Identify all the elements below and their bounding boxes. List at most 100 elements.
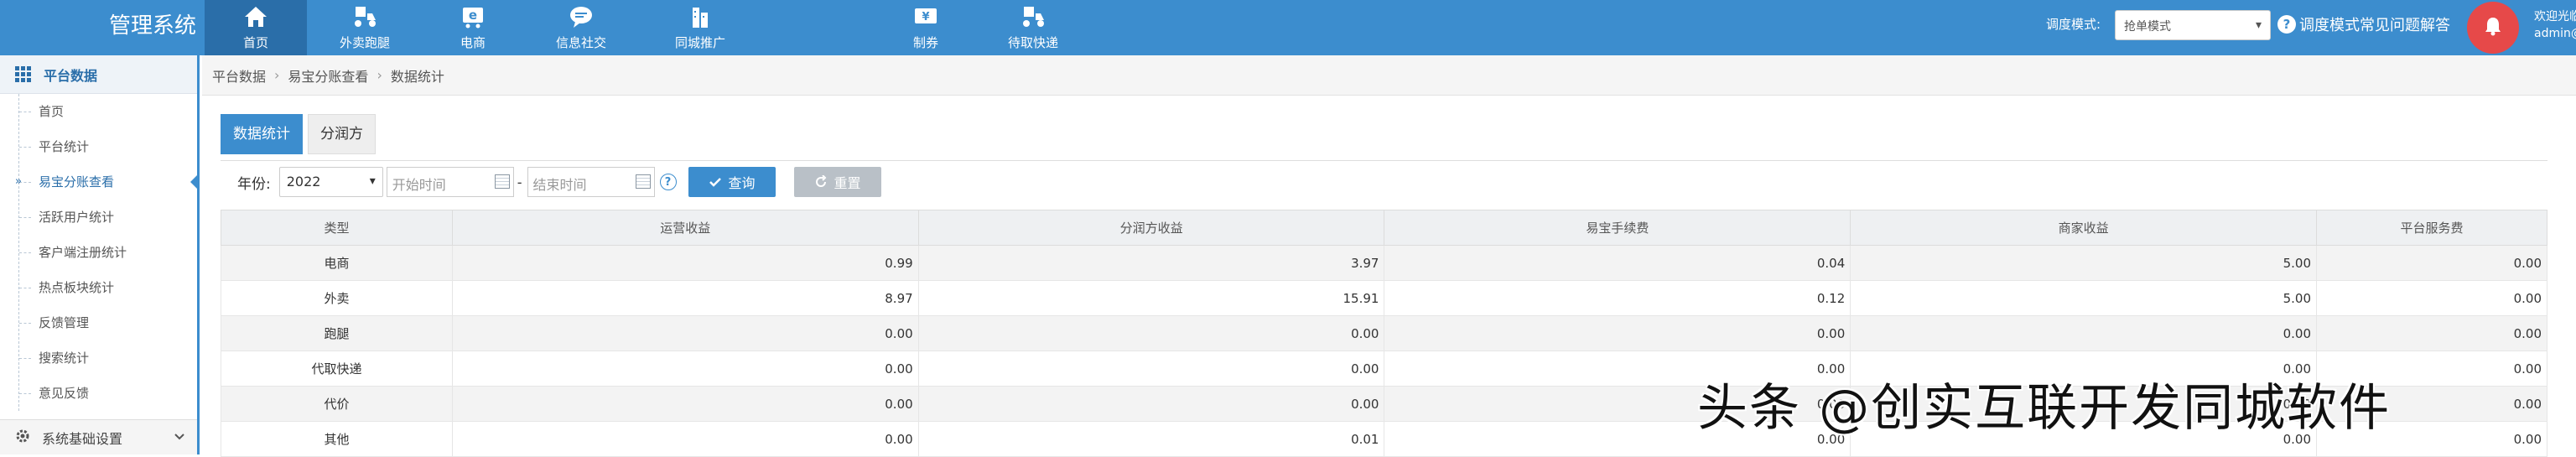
sidebar-item-label: 搜索统计 (39, 351, 90, 366)
sidebar: 平台数据 首页 平台统计 » 易宝分账查看 活跃用户统计 客户端注册统计 热点板… (0, 55, 200, 454)
coupon-icon: ¥ (911, 3, 941, 30)
sidebar-item-label: 客户端注册统计 (39, 245, 127, 260)
tab-data-stats[interactable]: 数据统计 (221, 114, 303, 154)
breadcrumb-item[interactable]: 平台数据 (212, 65, 266, 86)
help-label: 调度模式常见问题解答 (2299, 17, 2450, 34)
breadcrumb-separator: › (274, 67, 280, 83)
nav-express[interactable]: 待取快递 (1000, 0, 1067, 55)
calendar-icon[interactable] (635, 174, 651, 189)
nav-delivery[interactable]: 外卖跑腿 (330, 0, 399, 55)
year-value: 2022 (286, 174, 321, 190)
table-cell: 外卖 (221, 280, 453, 316)
dispatch-mode-select[interactable]: 抢单模式 ▾ (2115, 10, 2271, 40)
sidebar-item-active-users[interactable]: 活跃用户统计 (17, 200, 197, 235)
table-row: 跑腿 0.00 0.00 0.00 0.00 0.00 (221, 315, 2547, 351)
column-header: 平台服务费 (2316, 210, 2547, 246)
express-icon (1018, 3, 1048, 30)
nav-label: 制券 (912, 35, 938, 50)
table-cell: 0.00 (1384, 315, 1852, 351)
start-date-input[interactable]: 开始时间 (386, 167, 514, 197)
sidebar-item-hot-sections[interactable]: 热点板块统计 (17, 270, 197, 305)
table-cell: 8.97 (451, 280, 919, 316)
nav-label: 待取快递 (1007, 35, 1058, 50)
active-indicator (190, 174, 198, 190)
query-button[interactable]: 查询 (688, 167, 776, 197)
table-cell: 5.00 (1850, 245, 2318, 281)
table-cell: 电商 (221, 245, 453, 281)
question-icon[interactable]: ? (659, 174, 677, 190)
table-cell: 0.00 (451, 351, 919, 387)
breadcrumb-item[interactable]: 易宝分账查看 (288, 65, 368, 86)
reset-button[interactable]: 重置 (793, 167, 881, 197)
check-icon (709, 178, 721, 187)
tab-profit-share-party[interactable]: 分润方 (308, 114, 376, 154)
building-icon (685, 3, 715, 30)
column-header: 商家收益 (1850, 210, 2318, 246)
table-cell: 0.12 (1384, 280, 1852, 316)
end-date-input[interactable]: 结束时间 (527, 167, 655, 197)
refresh-icon (815, 175, 826, 187)
delivery-icon (350, 3, 380, 30)
breadcrumb-item: 数据统计 (390, 68, 444, 85)
grid-icon (15, 65, 31, 82)
sidebar-section-system-settings[interactable]: 系统基础设置 (0, 419, 197, 454)
column-header: 分润方收益 (917, 210, 1385, 246)
sidebar-section-title: 平台数据 (44, 67, 98, 84)
nav-ecommerce[interactable]: e 电商 (448, 0, 498, 55)
sidebar-item-platform-stats[interactable]: 平台统计 (17, 129, 197, 164)
table-cell: 3.97 (917, 245, 1385, 281)
end-date-placeholder: 结束时间 (532, 177, 587, 193)
table-cell: 0.00 (917, 351, 1385, 387)
table-cell: 0.04 (1384, 245, 1852, 281)
table-cell: 0.00 (917, 386, 1385, 422)
reset-label: 重置 (834, 175, 861, 191)
nav-coupon[interactable]: ¥ 制券 (906, 0, 946, 55)
breadcrumb: 平台数据 › 易宝分账查看 › 数据统计 (202, 55, 2576, 96)
sidebar-item-feedback-manage[interactable]: 反馈管理 (17, 305, 197, 340)
sidebar-list: 首页 平台统计 » 易宝分账查看 活跃用户统计 客户端注册统计 热点板块统计 反… (0, 94, 198, 411)
nav-home[interactable]: 首页 (205, 0, 307, 55)
table-cell: 代取快递 (221, 351, 453, 387)
column-header: 运营收益 (451, 210, 919, 246)
calendar-icon[interactable] (494, 174, 510, 189)
nav-promo[interactable]: 同城推广 (667, 0, 733, 55)
sidebar-item-label: 平台统计 (39, 139, 90, 154)
top-navbar: 管理系统 首页 外卖跑腿 e 电商 信息社交 同城推广 ¥ 制券 待取快递 调度… (0, 0, 2576, 55)
date-range-separator: - (517, 174, 522, 190)
notification-button[interactable] (2467, 2, 2519, 54)
filter-bar: 年份: 2022 ▾ 开始时间 - 结束时间 ? 查询 重置 (221, 165, 881, 199)
sidebar-item-opinion-feedback[interactable]: 意见反馈 (17, 376, 197, 411)
table-cell: 5.00 (1850, 280, 2318, 316)
sidebar-item-home[interactable]: 首页 (17, 94, 197, 129)
nav-label: 同城推广 (674, 35, 725, 50)
sidebar-item-client-registration[interactable]: 客户端注册统计 (17, 235, 197, 270)
sidebar-item-label: 首页 (39, 104, 65, 119)
table-cell: 0.00 (2316, 315, 2547, 351)
sidebar-item-yeepay-split[interactable]: » 易宝分账查看 (15, 164, 198, 200)
sidebar-footer-title: 系统基础设置 (42, 430, 123, 447)
table-cell: 0.00 (451, 315, 919, 351)
user-info[interactable]: 欢迎光临 admin@ (2534, 8, 2576, 42)
nav-social[interactable]: 信息社交 (548, 0, 614, 55)
tab-divider (221, 160, 2547, 161)
sidebar-section-platform-data[interactable]: 平台数据 (0, 55, 197, 94)
table-cell: 其他 (221, 421, 453, 457)
sidebar-item-search-stats[interactable]: 搜索统计 (17, 340, 197, 376)
column-header: 类型 (221, 210, 453, 246)
nav-label: 电商 (460, 35, 486, 50)
svg-text:¥: ¥ (922, 11, 929, 23)
table-row: 外卖 8.97 15.91 0.12 5.00 0.00 (221, 280, 2547, 316)
app-brand: 管理系统 (108, 13, 196, 39)
start-date-placeholder: 开始时间 (392, 177, 446, 193)
home-icon (241, 3, 271, 30)
chevron-down-icon: ▾ (2255, 18, 2262, 32)
sidebar-item-label: 反馈管理 (39, 315, 90, 330)
question-icon: ? (2277, 15, 2296, 34)
table-cell: 代价 (221, 386, 453, 422)
nav-label: 首页 (242, 35, 268, 50)
dispatch-help-link[interactable]: ? 调度模式常见问题解答 (2277, 13, 2450, 35)
nav-label: 外卖跑腿 (339, 35, 390, 50)
year-select[interactable]: 2022 ▾ (278, 167, 383, 197)
username: admin@ (2534, 27, 2576, 40)
table-cell: 0.99 (451, 245, 919, 281)
